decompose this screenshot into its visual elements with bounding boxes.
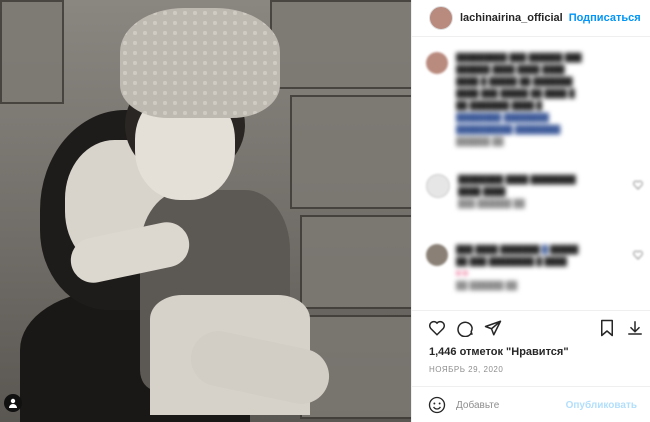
likes-count[interactable]: 1,446 отметок "Нравится" — [429, 346, 569, 358]
list-item: ████████ ████ ████████ ████ ████ ███ ████… — [426, 174, 628, 210]
follow-button[interactable]: Подписаться — [569, 12, 641, 24]
avatar — [426, 174, 450, 198]
wall-brick — [300, 215, 411, 309]
wall-brick — [270, 0, 411, 89]
post-actions — [412, 310, 650, 341]
avatar[interactable] — [429, 6, 453, 30]
heart-icon[interactable] — [633, 180, 643, 190]
post-photo[interactable] — [0, 0, 411, 422]
comment-form: Добавьте Опубликовать — [412, 386, 650, 422]
comments-list[interactable]: █████████ ███ ██████ ███ ██████ ████ ███… — [412, 40, 650, 310]
wall-brick — [290, 95, 411, 209]
heart-icon[interactable] — [428, 319, 446, 337]
blurred-caption-text: █████████ ███ ██████ ███ ██████ ████ ███… — [456, 53, 582, 146]
comment-icon[interactable] — [456, 319, 474, 337]
post-header: lachinairina_official Подписаться — [412, 0, 650, 37]
post-viewer: lachinairina_official Подписаться ██████… — [0, 0, 650, 422]
blurred-comment-text: ████████ ████ ████████ ████ ████ ███ ████… — [458, 175, 576, 208]
blurred-comment-text: ███ ████ ███████ █ █████ ██ ███ ████████… — [456, 245, 579, 290]
post-sidebar: lachinairina_official Подписаться ██████… — [411, 0, 650, 422]
list-item: ███ ████ ███████ █ █████ ██ ███ ████████… — [426, 244, 626, 292]
comment-input[interactable]: Добавьте — [456, 400, 566, 411]
publish-button[interactable]: Опубликовать — [566, 400, 637, 411]
post-date: НОЯБРЬ 29, 2020 — [429, 365, 504, 374]
wall-brick — [0, 0, 64, 104]
bookmark-icon[interactable] — [598, 319, 616, 337]
heart-icon[interactable] — [633, 250, 643, 260]
paper-plane-icon[interactable] — [484, 319, 502, 337]
avatar — [426, 52, 448, 74]
username-link[interactable]: lachinairina_official — [460, 12, 563, 24]
download-icon[interactable] — [626, 319, 644, 337]
child-polka-dot-hat — [120, 8, 280, 118]
smile-icon[interactable] — [428, 396, 446, 414]
avatar — [426, 244, 448, 266]
person-tag-icon[interactable] — [4, 394, 22, 412]
caption-comment: █████████ ███ ██████ ███ ██████ ████ ███… — [426, 52, 626, 148]
